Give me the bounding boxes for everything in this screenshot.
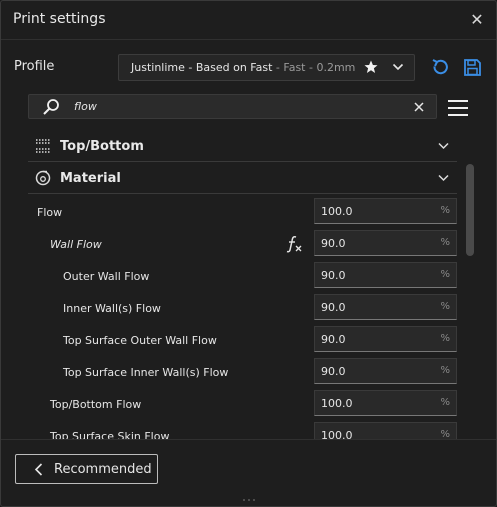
top-surface-skin-flow-input[interactable]: 100.0 % [314,422,457,439]
scrollbar-thumb[interactable] [466,164,474,256]
footer-divider [1,439,496,440]
setting-label: Inner Wall(s) Flow [63,302,161,315]
top-surface-outer-wall-flow-input[interactable]: 90.0 % [314,326,457,352]
setting-row-flow: Flow 100.0 % [28,198,457,228]
setting-value: 90.0 [321,301,346,314]
setting-unit: % [440,205,450,216]
menu-icon[interactable] [447,98,469,118]
top-bottom-icon [36,139,50,153]
setting-label: Outer Wall Flow [63,270,150,283]
setting-value: 100.0 [321,397,353,410]
chevron-down-icon[interactable] [392,62,404,72]
window-title: Print settings [13,11,106,27]
setting-unit: % [440,301,450,312]
setting-label: Top Surface Inner Wall(s) Flow [63,366,229,379]
settings-list: Top/Bottom Material Flow 100.0 % Wall Fl… [1,131,496,439]
setting-unit: % [440,365,450,376]
chevron-down-icon[interactable] [438,142,449,150]
undo-icon[interactable] [430,58,449,77]
search-icon [43,99,59,115]
flow-input[interactable]: 100.0 % [314,198,457,224]
setting-label: Top/Bottom Flow [50,398,142,411]
setting-value: 90.0 [321,269,346,282]
print-settings-window: Print settings ✕ Profile Justinlime - Ba… [0,0,497,507]
setting-unit: % [440,237,450,248]
setting-unit: % [440,429,450,439]
setting-label: Flow [37,206,63,219]
setting-value: 100.0 [321,429,353,439]
title-bar: Print settings ✕ [1,1,496,40]
setting-unit: % [440,397,450,408]
setting-label: Top Surface Outer Wall Flow [63,334,217,347]
resize-grip-icon[interactable] [241,498,257,502]
clear-search-icon[interactable] [413,101,425,113]
setting-row-top-bottom-flow: Top/Bottom Flow 100.0 % [28,390,457,420]
setting-label: Top Surface Skin Flow [50,430,170,439]
setting-unit: % [440,333,450,344]
chevron-left-icon [34,463,43,476]
section-title: Top/Bottom [60,139,144,154]
section-top-bottom[interactable]: Top/Bottom [28,131,457,162]
inner-wall-flow-input[interactable]: 90.0 % [314,294,457,320]
top-bottom-flow-input[interactable]: 100.0 % [314,390,457,416]
setting-row-inner-wall-flow: Inner Wall(s) Flow 90.0 % [28,294,457,324]
setting-row-top-surface-outer-wall-flow: Top Surface Outer Wall Flow 90.0 % [28,326,457,356]
recommended-button[interactable]: Recommended [15,454,158,484]
top-surface-inner-wall-flow-input[interactable]: 90.0 % [314,358,457,384]
material-spool-icon [35,170,51,186]
setting-row-wall-flow: Wall Flow 90.0 % [28,230,457,260]
search-value: flow [74,100,97,113]
setting-value: 90.0 [321,365,346,378]
setting-row-top-surface-skin-flow: Top Surface Skin Flow 100.0 % [28,422,457,439]
chevron-down-icon[interactable] [438,174,449,182]
section-title: Material [60,171,121,186]
profile-name: Justinlime - Based on Fast - Fast - 0.2m… [131,61,356,74]
star-icon[interactable] [364,60,378,74]
profile-label: Profile [14,59,55,74]
wall-flow-input[interactable]: 90.0 % [314,230,457,256]
setting-row-top-surface-inner-wall-flow: Top Surface Inner Wall(s) Flow 90.0 % [28,358,457,388]
setting-row-outer-wall-flow: Outer Wall Flow 90.0 % [28,262,457,292]
outer-wall-flow-input[interactable]: 90.0 % [314,262,457,288]
close-icon[interactable]: ✕ [467,10,487,30]
profile-dropdown[interactable]: Justinlime - Based on Fast - Fast - 0.2m… [118,54,415,81]
save-icon[interactable] [463,58,482,77]
setting-value: 100.0 [321,205,353,218]
search-input[interactable]: flow [28,94,437,119]
setting-label: Wall Flow [50,238,102,251]
setting-unit: % [440,269,450,280]
setting-value: 90.0 [321,333,346,346]
recommended-label: Recommended [54,462,152,477]
section-material[interactable]: Material [28,163,457,194]
function-icon[interactable] [286,235,302,253]
setting-value: 90.0 [321,237,346,250]
